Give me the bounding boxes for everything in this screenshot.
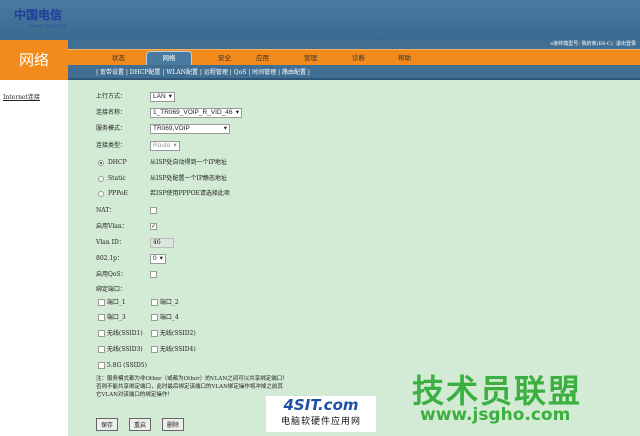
qos-checkbox[interactable] <box>150 271 157 278</box>
conn-type-select[interactable]: Route <box>150 141 180 151</box>
ssid3-label: 无线(SSID3) <box>106 346 143 353</box>
service-label: 服务模式： <box>96 125 127 132</box>
tab-application[interactable]: 应用 <box>256 52 269 64</box>
pppoe-desc: 若ISP使用PPPOE请选择此项 <box>150 190 230 197</box>
conn-name-select[interactable]: 1_TR069_VOIP_R_VID_46 <box>150 108 242 118</box>
service-select[interactable]: TR069,VOIP <box>150 124 230 134</box>
tab-status[interactable]: 状态 <box>112 52 125 64</box>
static-desc: 从ISP处配置一个IP静态地址 <box>150 175 227 182</box>
nat-checkbox[interactable] <box>150 207 157 214</box>
port1-checkbox[interactable] <box>98 299 105 306</box>
tab-diagnostics[interactable]: 诊断 <box>352 52 365 64</box>
restart-button[interactable]: 重启 <box>129 418 152 431</box>
header: 中国电信 CHINA TELECOM <box>0 0 640 40</box>
port4-checkbox[interactable] <box>151 314 158 321</box>
p8021-select[interactable]: 0 <box>150 254 166 264</box>
pppoe-radio[interactable] <box>98 190 104 197</box>
save-button[interactable]: 保存 <box>96 418 119 431</box>
ssid5-checkbox[interactable] <box>98 362 105 369</box>
section-title: 网络 <box>0 40 68 80</box>
vlan-label: 启用Vlan： <box>96 223 128 230</box>
uplink-label: 上行方式： <box>96 93 127 100</box>
dhcp-desc: 从ISP处自动得到一个IP地址 <box>150 159 227 166</box>
dhcp-radio[interactable] <box>98 159 104 166</box>
ssid1-checkbox[interactable] <box>98 330 105 337</box>
conn-type-label: 连接类型： <box>96 142 127 149</box>
port3-label: 端口_3 <box>106 314 126 321</box>
ssid1-label: 无线(SSID1) <box>106 330 143 337</box>
port4-label: 端口_4 <box>159 314 179 321</box>
jsgho-watermark-url: www.jsgho.com <box>420 405 571 425</box>
static-label: Static <box>108 175 126 182</box>
main-tabs: 状态 网络 安全 应用 管理 诊断 帮助 <box>68 49 640 66</box>
conn-name-label: 连接名称： <box>96 109 127 116</box>
vlanid-input[interactable]: 46 <box>150 238 174 248</box>
vlan-checkbox[interactable]: ✓ <box>150 223 157 230</box>
4sit-watermark-logo: 4SIT.com 电脑软硬件应用网 <box>266 396 376 432</box>
tab-help[interactable]: 帮助 <box>398 52 411 64</box>
tab-management[interactable]: 管理 <box>304 52 317 64</box>
port3-checkbox[interactable] <box>98 314 105 321</box>
p8021-label: 802.1p： <box>96 255 124 262</box>
ssid2-label: 无线(SSID2) <box>159 330 196 337</box>
ssid2-checkbox[interactable] <box>151 330 158 337</box>
tab-security[interactable]: 安全 <box>218 52 231 64</box>
ssid4-label: 无线(SSID4) <box>159 346 196 353</box>
ssid4-checkbox[interactable] <box>151 346 158 353</box>
bind-label: 绑定端口： <box>96 286 127 293</box>
top-strip: e家终端型号: 我的家(E8-C) 退出登录 <box>68 40 640 49</box>
vlanid-label: Vlan ID： <box>96 239 125 246</box>
uplink-select[interactable]: LAN <box>150 92 175 102</box>
ssid3-checkbox[interactable] <box>98 346 105 353</box>
dhcp-label: DHCP <box>108 159 127 166</box>
note: 注：服务模式都为非Other（或都为Other）的VLAN之间可以共享绑定端口！… <box>96 376 288 398</box>
sub-nav[interactable]: | 宽带设置 | DHCP配置 | WLAN配置 | 远程管理 | QoS | … <box>68 65 640 80</box>
tab-network[interactable]: 网络 <box>146 51 192 66</box>
china-telecom-logo: 中国电信 CHINA TELECOM <box>14 8 66 28</box>
sidebar-item-internet[interactable]: Internet连接 <box>3 92 68 101</box>
sidebar: Internet连接 <box>0 80 68 436</box>
nat-label: NAT： <box>96 207 116 214</box>
pppoe-label: PPPoE <box>108 190 128 197</box>
port2-checkbox[interactable] <box>151 299 158 306</box>
device-info: e家终端型号: 我的家(E8-C) <box>550 41 613 47</box>
port2-label: 端口_2 <box>159 299 179 306</box>
delete-button[interactable]: 删除 <box>162 418 185 431</box>
ssid5-label: 5.8G (SSID5) <box>106 362 147 369</box>
port1-label: 端口_1 <box>106 299 126 306</box>
qos-label: 启用QoS： <box>96 271 127 278</box>
static-radio[interactable] <box>98 175 104 182</box>
logout-link[interactable]: 退出登录 <box>616 41 636 47</box>
